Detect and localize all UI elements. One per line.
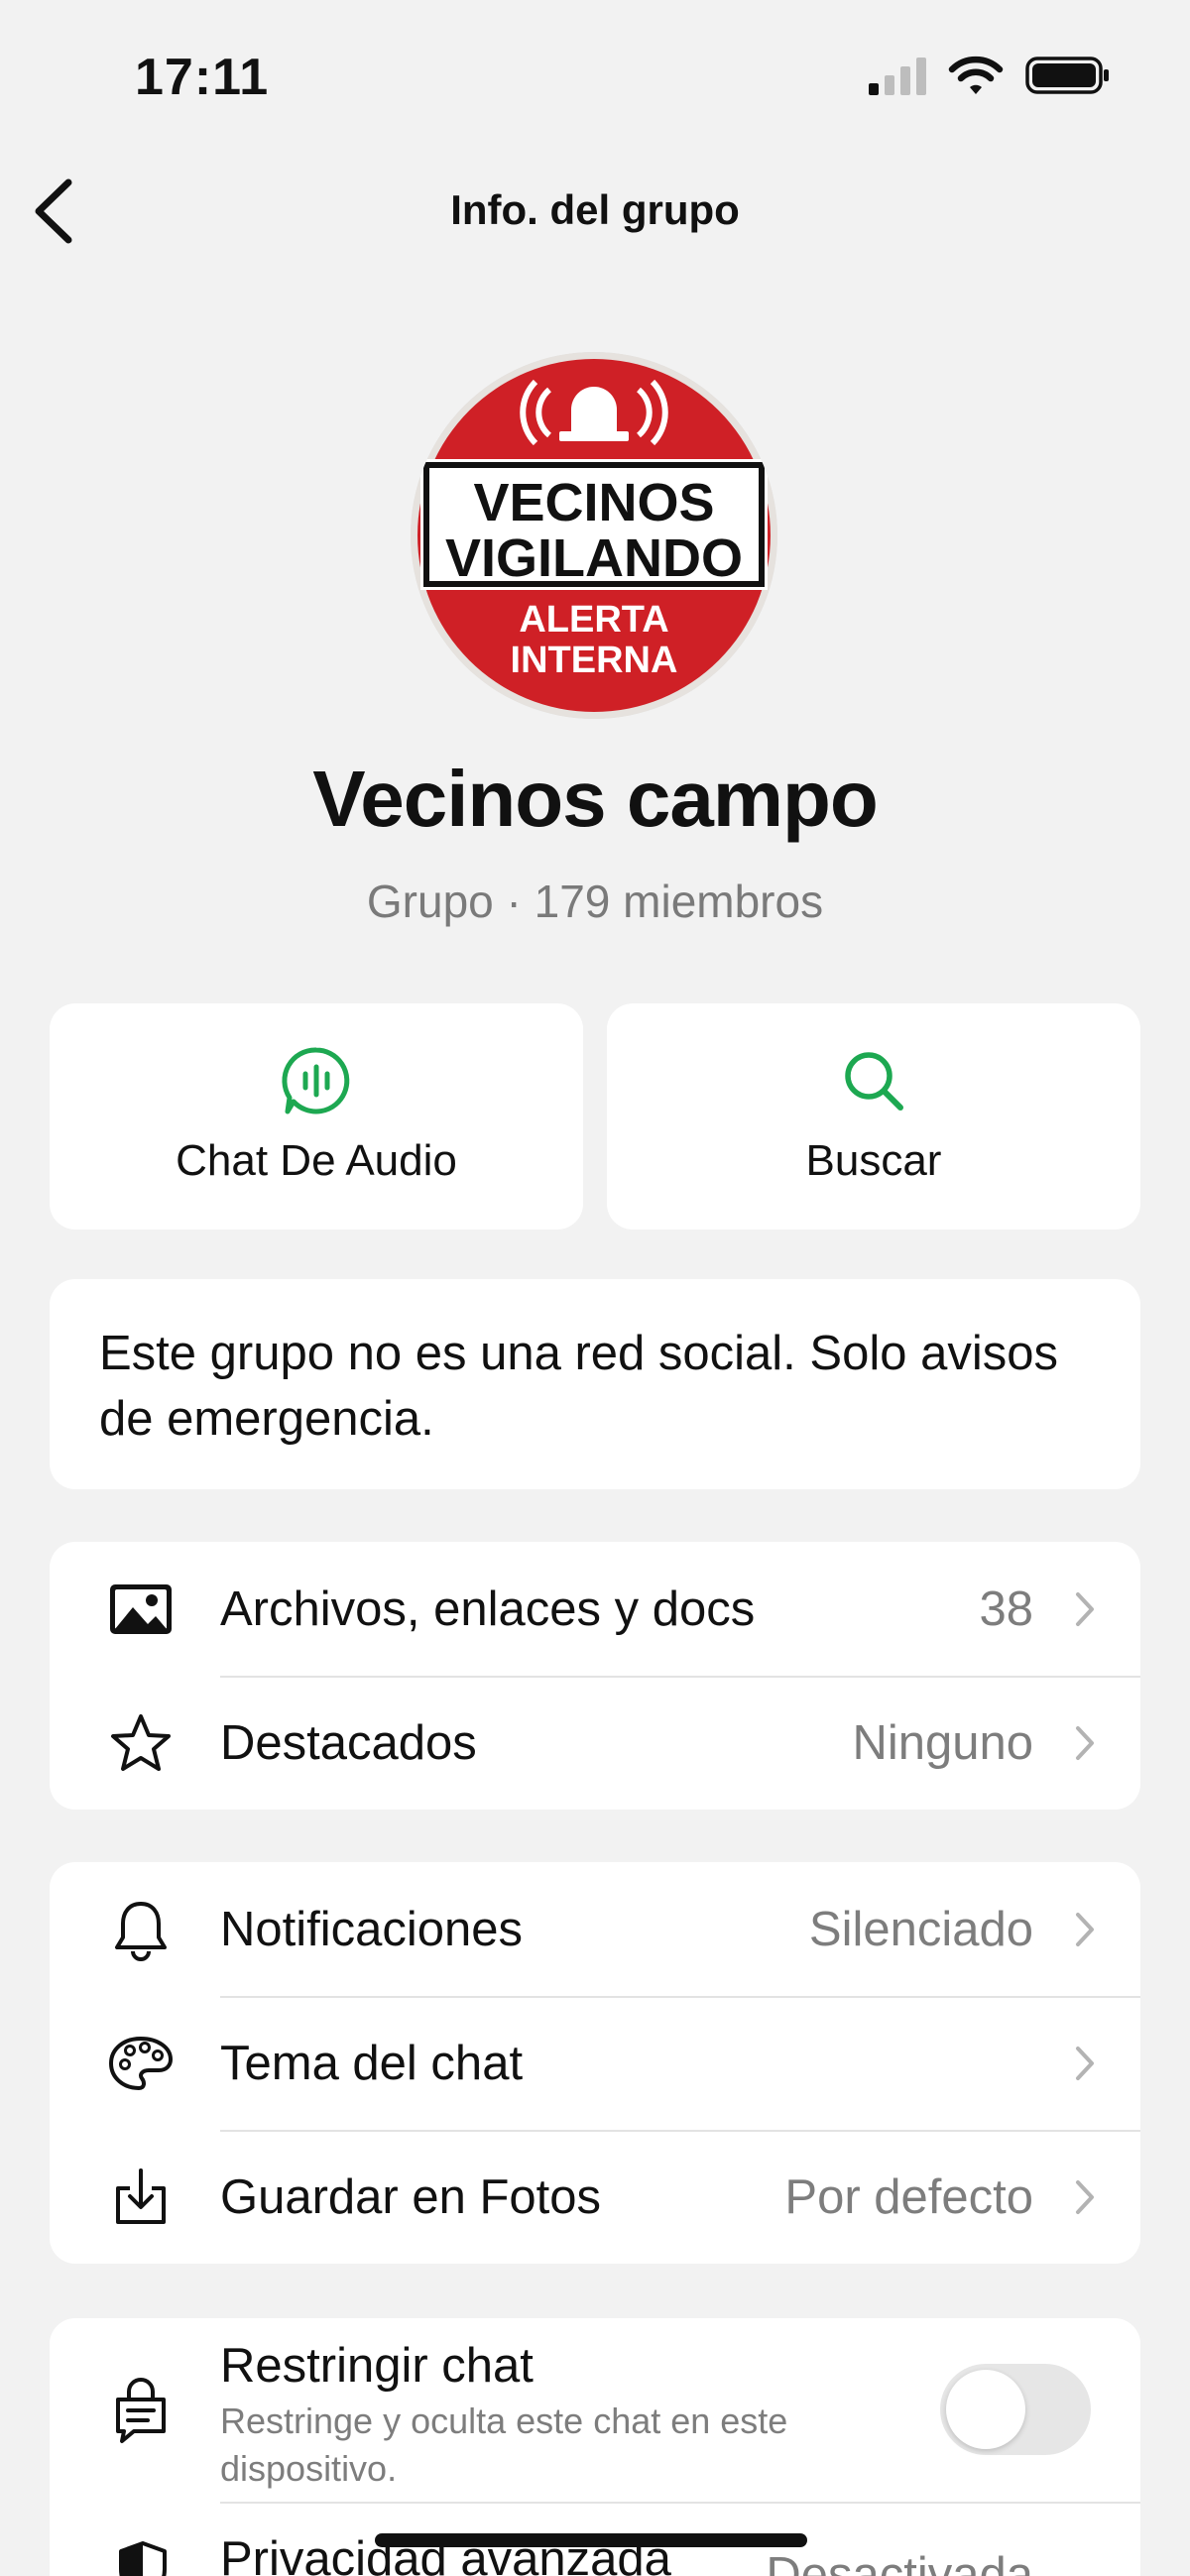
chevron-right-icon — [1076, 1591, 1094, 1626]
star-icon — [111, 1713, 171, 1771]
starred-value: Ninguno — [852, 1715, 1033, 1770]
chevron-right-icon — [1076, 1912, 1094, 1946]
page-title: Info. del grupo — [450, 186, 740, 233]
avatar-text-line4: INTERNA — [511, 640, 678, 681]
group-subtitle: Grupo · 179 miembros — [366, 876, 824, 927]
search-icon — [845, 1052, 903, 1111]
description-text: Este grupo no es una red social. Solo av… — [99, 1327, 1058, 1446]
nav-bar: Info. del grupo — [0, 159, 1190, 268]
status-bar: 17:11 — [0, 0, 1190, 149]
avatar-text-line1: VECINOS — [473, 473, 714, 532]
save-download-icon — [116, 2167, 166, 2224]
notifications-label: Notificaciones — [220, 1902, 524, 1956]
media-section: Archivos, enlaces y docs 38 Destacados N… — [50, 1542, 1140, 1810]
bell-icon — [115, 1901, 167, 1961]
chevron-right-icon — [1076, 2046, 1094, 2080]
group-description[interactable]: Este grupo no es una red social. Solo av… — [50, 1279, 1140, 1489]
audio-chat-button[interactable]: Chat De Audio — [50, 1003, 583, 1229]
status-icons — [869, 55, 1111, 96]
home-indicator[interactable] — [375, 2533, 807, 2547]
battery-icon — [1025, 57, 1109, 94]
audio-chat-label: Chat De Audio — [176, 1136, 457, 1185]
restrict-chat-label: Restringir chat — [220, 2339, 534, 2393]
cellular-signal-icon — [869, 58, 926, 95]
media-count: 38 — [979, 1581, 1033, 1636]
shield-icon — [119, 2541, 167, 2576]
chat-theme-label: Tema del chat — [220, 2036, 524, 2090]
search-label: Buscar — [805, 1136, 942, 1185]
save-to-photos-row[interactable]: Guardar en Fotos Por defecto — [50, 2130, 1140, 2264]
starred-row[interactable]: Destacados Ninguno — [50, 1676, 1140, 1810]
palette-icon — [109, 2036, 173, 2090]
chevron-right-icon — [1076, 2179, 1094, 2214]
avatar-text-line3: ALERTA — [519, 599, 668, 641]
status-time: 17:11 — [135, 49, 270, 106]
settings-section: Notificaciones Silenciado Tema del chat — [50, 1862, 1140, 2264]
starred-label: Destacados — [220, 1715, 477, 1770]
notifications-value: Silenciado — [808, 1902, 1033, 1956]
save-to-photos-value: Por defecto — [784, 2169, 1033, 2224]
chat-theme-row[interactable]: Tema del chat — [50, 1996, 1140, 2130]
advanced-privacy-value: Desactivada — [766, 2548, 1033, 2576]
toggle-knob — [946, 2370, 1025, 2449]
notifications-row[interactable]: Notificaciones Silenciado — [50, 1862, 1140, 1996]
wifi-icon — [948, 56, 1004, 94]
group-name: Vecinos campo — [312, 755, 878, 843]
media-links-docs-row[interactable]: Archivos, enlaces y docs 38 — [50, 1542, 1140, 1676]
search-button[interactable]: Buscar — [607, 1003, 1140, 1229]
chevron-right-icon — [1076, 1725, 1094, 1760]
group-avatar[interactable]: VECINOS VIGILANDO ALERTA INTERNA — [411, 352, 777, 719]
restrict-chat-toggle[interactable] — [940, 2364, 1091, 2455]
avatar-text-line2: VIGILANDO — [445, 528, 743, 588]
save-to-photos-label: Guardar en Fotos — [220, 2169, 602, 2224]
media-label: Archivos, enlaces y docs — [220, 1581, 756, 1636]
restrict-chat-description: Restringe y oculta este chat en este dis… — [220, 2400, 788, 2489]
lock-chat-icon — [116, 2377, 166, 2443]
image-icon — [110, 1583, 172, 1634]
audio-chat-icon — [282, 1047, 350, 1114]
restrict-chat-row[interactable]: Restringir chat Restringe y oculta este … — [50, 2318, 1140, 2502]
